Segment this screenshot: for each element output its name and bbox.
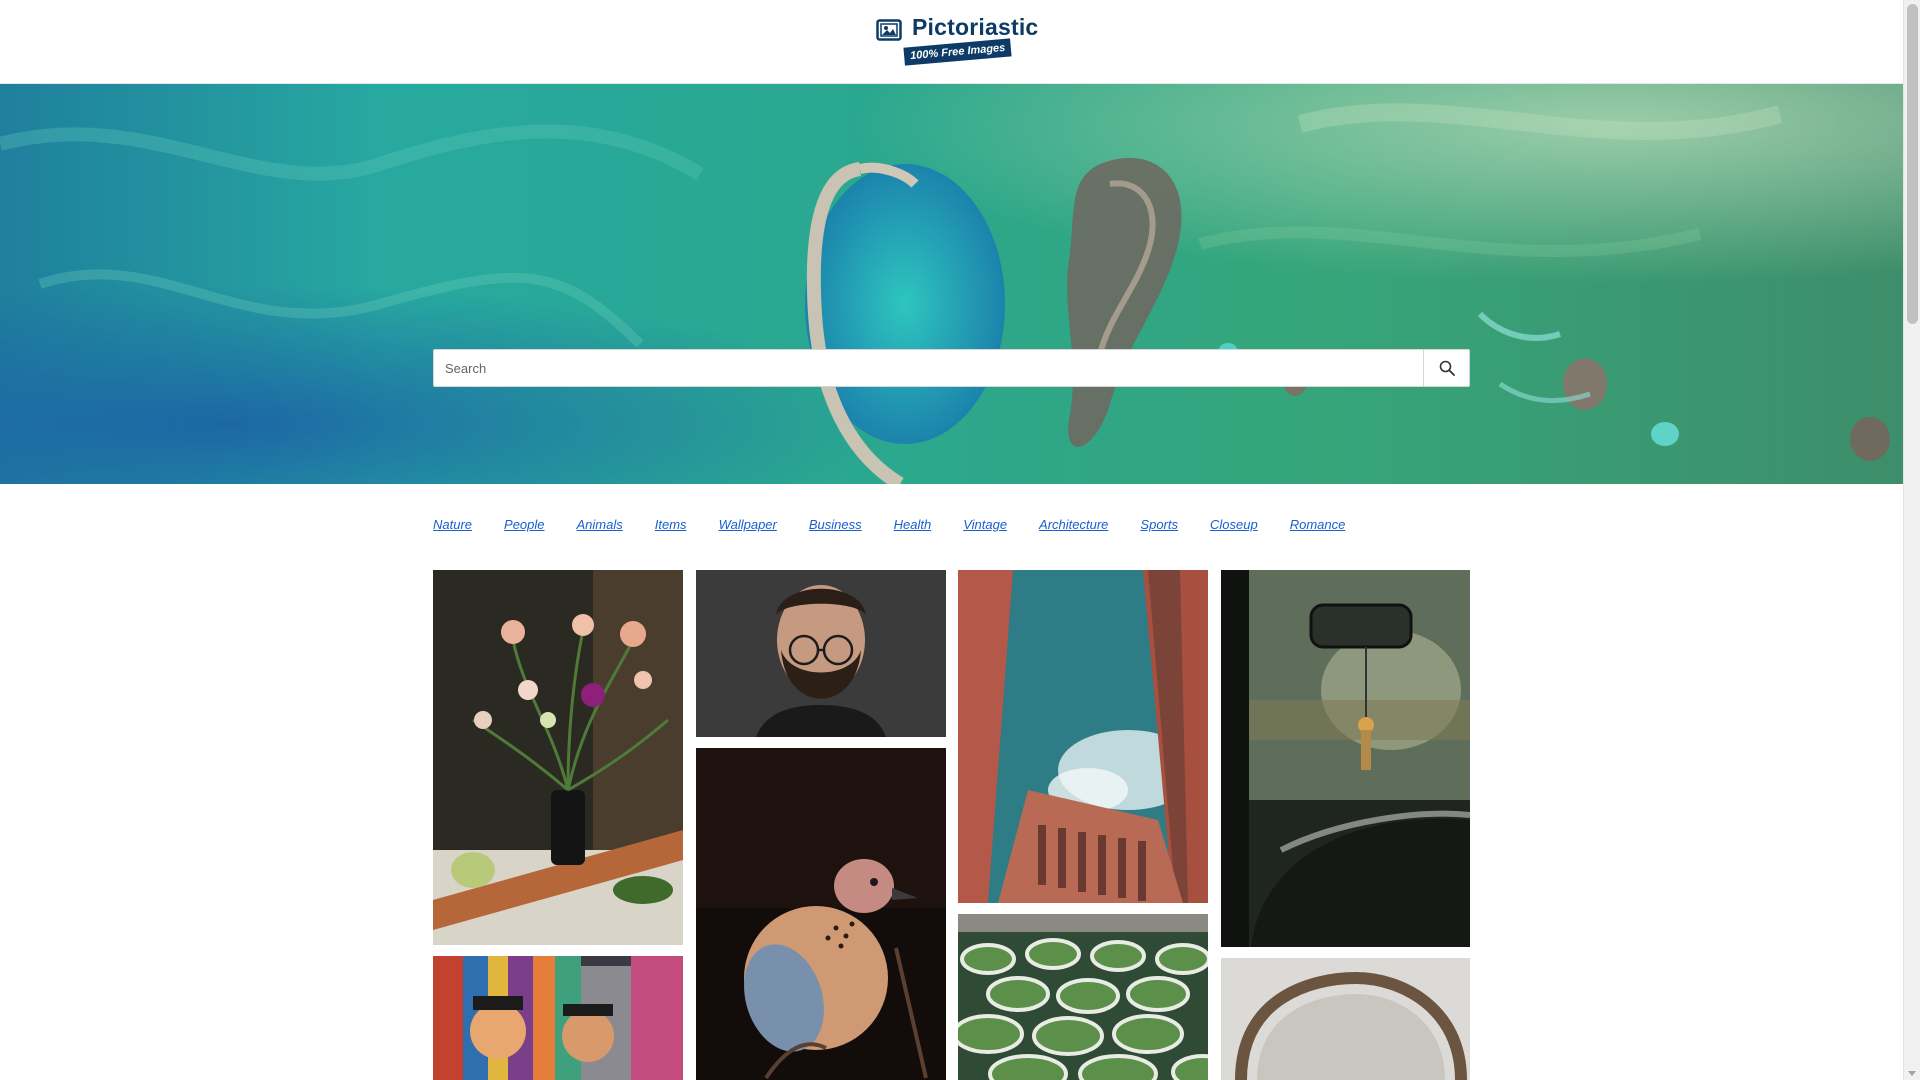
photo-bearded-man[interactable]: [696, 570, 946, 737]
photo-dove[interactable]: [696, 748, 946, 1080]
street-mural-image: [433, 956, 683, 1080]
category-link-architecture[interactable]: Architecture: [1039, 517, 1108, 537]
photo-car-interior[interactable]: [1221, 570, 1470, 947]
search-button[interactable]: [1423, 350, 1469, 386]
category-link-closeup[interactable]: Closeup: [1210, 517, 1258, 537]
category-nav: Nature People Animals Items Wallpaper Bu…: [433, 517, 1377, 537]
car-interior-image: [1221, 570, 1470, 947]
search-icon: [1439, 360, 1455, 376]
category-link-health[interactable]: Health: [894, 517, 932, 537]
page-scrollbar[interactable]: [1903, 0, 1920, 1080]
category-link-people[interactable]: People: [504, 517, 544, 537]
category-link-sports[interactable]: Sports: [1140, 517, 1178, 537]
category-link-romance[interactable]: Romance: [1290, 517, 1346, 537]
site-header: Pictoriastic 100% Free Images: [0, 0, 1903, 84]
scrollbar-thumb[interactable]: [1907, 4, 1918, 324]
scroll-down-arrow-icon[interactable]: [1908, 1071, 1916, 1076]
page: Pictoriastic 100% Free Images Search Nat…: [0, 0, 1920, 1080]
search-bar: [433, 349, 1470, 387]
hero-banner: [0, 84, 1903, 484]
category-link-vintage[interactable]: Vintage: [963, 517, 1007, 537]
green-pattern-architecture-image: [958, 914, 1208, 1080]
logo-title: Pictoriastic: [912, 14, 1039, 40]
site-logo[interactable]: Pictoriastic 100% Free Images: [874, 12, 1038, 68]
photo-flowers-vase[interactable]: [433, 570, 683, 945]
category-link-business[interactable]: Business: [809, 517, 862, 537]
photo-round-mirror[interactable]: [1221, 958, 1470, 1080]
flowers-vase-image: [433, 570, 683, 945]
photo-street-mural[interactable]: [433, 956, 683, 1080]
hero-satellite-image: [0, 84, 1903, 484]
category-link-animals[interactable]: Animals: [577, 517, 623, 537]
logo-badge: 100% Free Images: [903, 38, 1012, 66]
category-link-items[interactable]: Items: [655, 517, 687, 537]
search-input[interactable]: [434, 350, 1423, 386]
bearded-man-portrait-image: [696, 570, 946, 737]
round-mirror-image: [1221, 958, 1470, 1080]
category-link-nature[interactable]: Nature: [433, 517, 472, 537]
photo-green-pattern[interactable]: [958, 914, 1208, 1080]
category-link-wallpaper[interactable]: Wallpaper: [719, 517, 777, 537]
photo-buildings-sky[interactable]: [958, 570, 1208, 903]
photo-gallery: [433, 570, 1470, 1080]
dove-bird-image: [696, 748, 946, 1080]
picture-frame-icon: [876, 19, 902, 41]
buildings-sky-image: [958, 570, 1208, 903]
